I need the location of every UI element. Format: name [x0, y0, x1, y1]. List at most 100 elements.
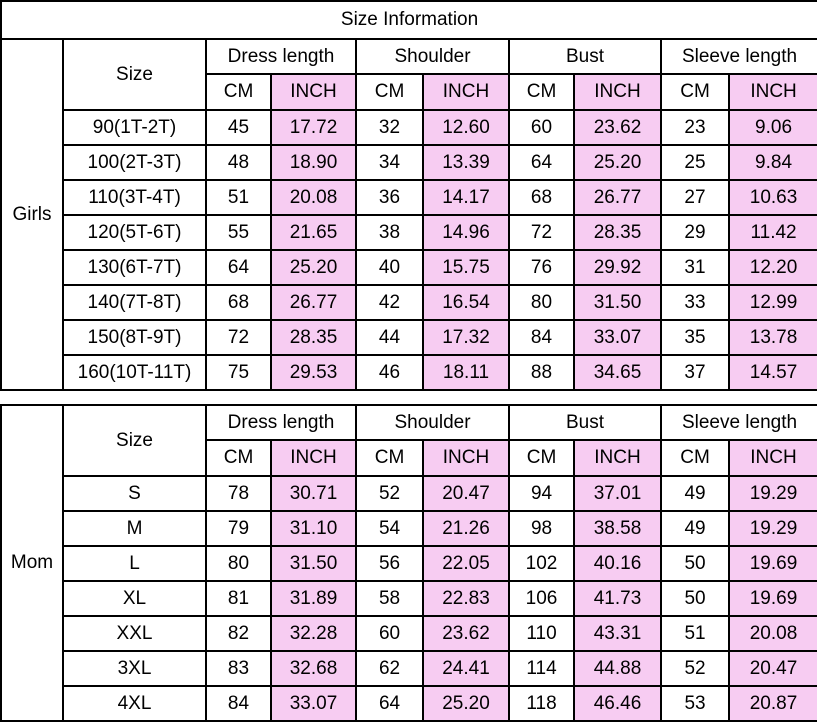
unit-header-sleeve-inch: INCH [727, 73, 817, 111]
group-label-girls: Girls [0, 38, 64, 391]
column-header-bust: Bust [508, 404, 663, 441]
table-row: 4XL 84 33.07 64 25.20 118 46.46 53 20.87 [1, 685, 817, 722]
column-header-dress-length: Dress length [205, 38, 357, 75]
table-separator [0, 391, 817, 404]
cell-shoulder-inch: 20.47 [422, 475, 511, 512]
cell-bust-cm: 110 [508, 615, 576, 652]
unit-header-dress-inch: INCH [269, 439, 358, 477]
cell-dress-cm: 81 [205, 580, 272, 617]
cell-shoulder-inch: 12.60 [422, 109, 510, 146]
cell-dress-inch: 32.28 [269, 615, 358, 652]
cell-dress-inch: 17.72 [270, 109, 357, 146]
cell-dress-inch: 33.07 [269, 685, 358, 722]
cell-sleeve-cm: 25 [660, 144, 730, 181]
group-label-mom: Mom [0, 404, 64, 722]
cell-dress-cm: 72 [205, 319, 272, 356]
cell-size: 120(5T-6T) [62, 214, 207, 251]
cell-dress-inch: 31.50 [269, 545, 358, 582]
column-header-size: Size [62, 404, 207, 477]
cell-bust-cm: 102 [508, 545, 576, 582]
mom-size-table: Mom Size Dress length Shoulder Bust Slee… [0, 404, 817, 722]
column-header-sleeve-length: Sleeve length [659, 38, 817, 75]
cell-dress-cm: 64 [205, 249, 272, 286]
cell-shoulder-cm: 32 [355, 109, 424, 146]
cell-sleeve-cm: 53 [660, 685, 731, 722]
cell-sleeve-cm: 29 [660, 214, 730, 251]
column-header-shoulder: Shoulder [355, 38, 510, 75]
table-title-row: Size Information [0, 0, 817, 40]
cell-bust-inch: 46.46 [573, 685, 663, 722]
cell-size: 100(2T-3T) [62, 144, 207, 181]
cell-dress-inch: 20.08 [270, 179, 357, 216]
cell-sleeve-inch: 9.84 [727, 144, 817, 181]
cell-sleeve-inch: 13.78 [727, 319, 817, 356]
cell-size: L [62, 545, 207, 582]
cell-sleeve-inch: 14.57 [727, 354, 817, 391]
cell-sleeve-inch: 19.29 [728, 475, 817, 512]
cell-sleeve-cm: 27 [660, 179, 730, 216]
cell-dress-inch: 32.68 [269, 650, 358, 687]
cell-shoulder-inch: 22.05 [422, 545, 511, 582]
cell-shoulder-inch: 14.17 [422, 179, 510, 216]
cell-sleeve-cm: 50 [660, 580, 731, 617]
cell-dress-inch: 26.77 [270, 284, 357, 321]
cell-shoulder-cm: 44 [355, 319, 424, 356]
cell-dress-inch: 30.71 [269, 475, 358, 512]
cell-bust-inch: 38.58 [573, 510, 663, 547]
cell-sleeve-inch: 9.06 [727, 109, 817, 146]
cell-dress-cm: 68 [205, 284, 272, 321]
cell-dress-inch: 29.53 [270, 354, 357, 391]
cell-shoulder-inch: 13.39 [422, 144, 510, 181]
column-header-sleeve-length: Sleeve length [660, 404, 817, 441]
unit-header-bust-cm: CM [508, 439, 576, 477]
girls-size-table: Size Information Girls Size Dress length… [0, 0, 817, 391]
cell-shoulder-inch: 24.41 [422, 650, 511, 687]
cell-bust-inch: 34.65 [573, 354, 662, 391]
cell-size: 4XL [62, 685, 207, 722]
cell-dress-inch: 31.89 [269, 580, 358, 617]
cell-shoulder-cm: 38 [355, 214, 424, 251]
cell-shoulder-cm: 40 [355, 249, 424, 286]
cell-bust-cm: 118 [508, 685, 576, 722]
cell-bust-inch: 43.31 [573, 615, 663, 652]
cell-size: S [62, 475, 207, 512]
cell-sleeve-cm: 35 [660, 319, 730, 356]
cell-bust-cm: 80 [508, 284, 575, 321]
cell-bust-inch: 31.50 [573, 284, 662, 321]
table-row: 110(3T-4T) 51 20.08 36 14.17 68 26.77 27… [1, 179, 817, 216]
cell-bust-cm: 94 [508, 475, 576, 512]
cell-shoulder-cm: 46 [355, 354, 424, 391]
cell-sleeve-cm: 49 [660, 475, 731, 512]
unit-header-bust-inch: INCH [573, 73, 662, 111]
table-row: XXL 82 32.28 60 23.62 110 43.31 51 20.08 [1, 615, 817, 652]
cell-bust-inch: 41.73 [573, 580, 663, 617]
cell-bust-inch: 23.62 [573, 109, 662, 146]
cell-bust-cm: 60 [508, 109, 575, 146]
column-header-bust: Bust [508, 38, 662, 75]
cell-sleeve-inch: 19.69 [728, 545, 817, 582]
table-row: L 80 31.50 56 22.05 102 40.16 50 19.69 [1, 545, 817, 582]
cell-size: XL [62, 580, 207, 617]
cell-shoulder-cm: 34 [355, 144, 424, 181]
cell-dress-inch: 25.20 [270, 249, 357, 286]
unit-header-shoulder-inch: INCH [422, 439, 511, 477]
unit-header-shoulder-cm: CM [355, 73, 424, 111]
cell-dress-cm: 48 [205, 144, 272, 181]
cell-bust-cm: 76 [508, 249, 575, 286]
cell-sleeve-inch: 20.47 [728, 650, 817, 687]
table-row: S 78 30.71 52 20.47 94 37.01 49 19.29 [1, 475, 817, 512]
cell-bust-cm: 98 [508, 510, 576, 547]
cell-shoulder-cm: 52 [355, 475, 425, 512]
cell-dress-cm: 51 [205, 179, 272, 216]
cell-sleeve-cm: 31 [660, 249, 730, 286]
cell-bust-inch: 33.07 [573, 319, 662, 356]
cell-size: M [62, 510, 207, 547]
unit-header-dress-inch: INCH [270, 73, 357, 111]
table-row: 3XL 83 32.68 62 24.41 114 44.88 52 20.47 [1, 650, 817, 687]
cell-sleeve-inch: 20.08 [728, 615, 817, 652]
cell-shoulder-inch: 22.83 [422, 580, 511, 617]
cell-sleeve-inch: 10.63 [727, 179, 817, 216]
cell-dress-cm: 45 [205, 109, 272, 146]
unit-header-bust-inch: INCH [573, 439, 663, 477]
cell-sleeve-inch: 12.99 [727, 284, 817, 321]
